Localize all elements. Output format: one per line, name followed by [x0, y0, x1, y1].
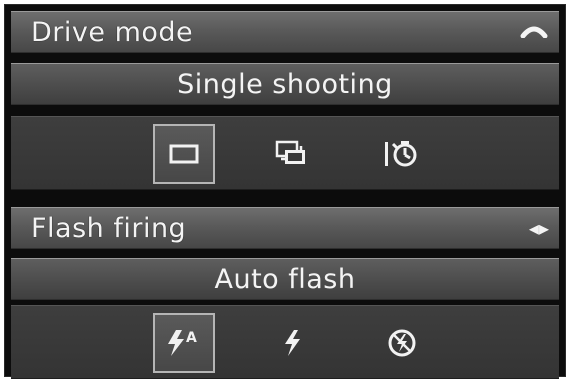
drive-mode-value-bar: Single shooting: [11, 63, 559, 105]
auto-flash-button[interactable]: A: [153, 313, 215, 373]
flash-firing-options: A: [11, 305, 559, 379]
single-shooting-icon: [168, 143, 200, 165]
continuous-shooting-icon: [275, 140, 309, 168]
flash-off-button[interactable]: [371, 313, 433, 373]
single-shooting-button[interactable]: [153, 124, 215, 184]
flash-firing-current-value: Auto flash: [214, 263, 356, 295]
flash-firing-value-bar: Auto flash: [11, 258, 559, 300]
svg-text:A: A: [186, 330, 197, 346]
drive-mode-title: Drive mode: [31, 16, 194, 48]
drive-mode-options: [11, 116, 559, 190]
flash-firing-header[interactable]: Flash firing ◂▸: [11, 207, 559, 249]
continuous-shooting-button[interactable]: [261, 124, 323, 184]
flash-on-icon: [279, 326, 305, 360]
flash-firing-title: Flash firing: [31, 212, 187, 244]
quick-control-screen: Drive mode Single shooting Flash firing …: [4, 4, 566, 379]
self-timer-button[interactable]: [371, 124, 433, 184]
self-timer-icon: [382, 138, 422, 170]
flash-on-button[interactable]: [261, 313, 323, 373]
drive-mode-header[interactable]: Drive mode: [11, 11, 559, 53]
drive-mode-current-value: Single shooting: [177, 68, 393, 100]
left-right-arrows-icon: ◂▸: [528, 216, 549, 240]
flash-off-icon: [385, 326, 419, 360]
arc-scroll-icon: [519, 22, 549, 42]
auto-flash-icon: A: [164, 326, 204, 360]
